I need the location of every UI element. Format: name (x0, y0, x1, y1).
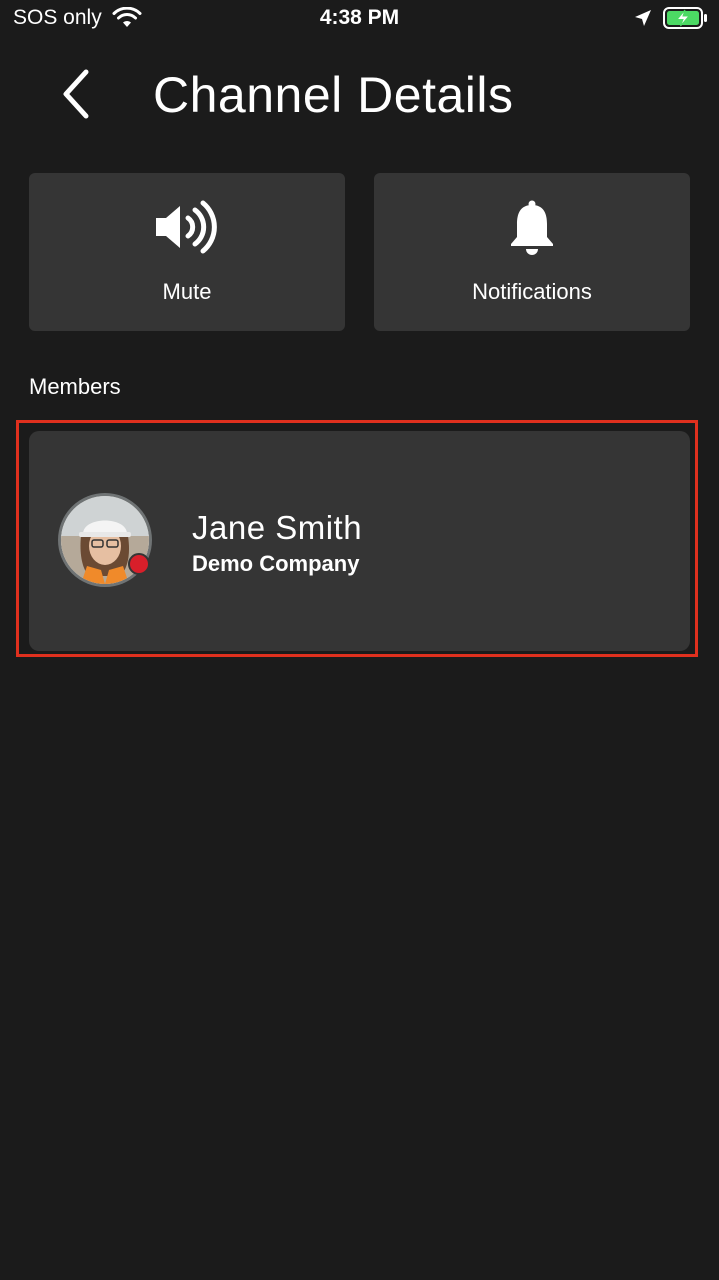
avatar (58, 493, 152, 587)
header: Channel Details (0, 60, 719, 130)
action-tiles: Mute Notifications (29, 173, 690, 331)
page-title: Channel Details (153, 67, 514, 123)
notifications-label: Notifications (472, 279, 592, 304)
member-item[interactable]: Jane Smith Demo Company (29, 431, 690, 651)
mute-label: Mute (162, 279, 212, 304)
presence-status-indicator (128, 553, 150, 575)
chevron-left-icon (63, 69, 89, 119)
members-heading: Members (29, 374, 121, 399)
battery-charging-icon (663, 7, 707, 29)
status-bar: SOS only 4:38 PM (0, 0, 719, 40)
status-right (633, 6, 708, 30)
member-name: Jane Smith (192, 509, 363, 546)
location-arrow-icon (635, 10, 651, 26)
status-time: 4:38 PM (319, 6, 400, 29)
speaker-volume-icon (29, 199, 345, 255)
mute-button[interactable]: Mute (29, 173, 345, 331)
notifications-button[interactable]: Notifications (374, 173, 690, 331)
bell-icon (374, 199, 690, 255)
back-button[interactable] (50, 64, 100, 124)
member-company: Demo Company (192, 551, 360, 576)
